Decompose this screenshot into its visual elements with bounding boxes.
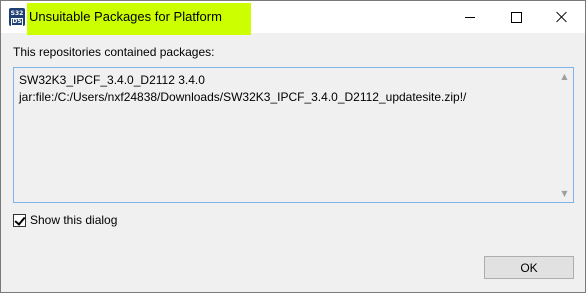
maximize-icon [510,11,522,23]
show-dialog-checkbox-row[interactable]: Show this dialog [13,213,117,227]
ok-button[interactable]: OK [484,256,574,279]
scroll-up-icon[interactable]: ▲ [556,68,573,85]
ok-button-label: OK [520,260,538,275]
window-title: Unsuitable Packages for Platform [29,9,222,24]
packages-text-area[interactable]: SW32K3_IPCF_3.4.0_D2112 3.4.0 jar:file:/… [13,67,574,203]
close-icon [556,11,568,23]
title-bar[interactable]: S32 DS Unsuitable Packages for Platform [1,1,585,35]
packages-label: This repositories contained packages: [13,45,215,59]
resize-grip[interactable] [581,288,585,292]
show-dialog-checkbox[interactable] [13,213,26,227]
dialog-window: S32 DS Unsuitable Packages for Platform … [0,0,586,293]
app-icon-text-bottom: DS [11,18,23,26]
checkmark-icon [14,213,26,226]
s32ds-app-icon: S32 DS [9,8,25,26]
package-line: jar:file:/C:/Users/nxf24838/Downloads/SW… [19,90,467,104]
show-dialog-label[interactable]: Show this dialog [30,213,117,227]
close-button[interactable] [539,1,585,33]
packages-text: SW32K3_IPCF_3.4.0_D2112 3.4.0 jar:file:/… [19,72,559,106]
package-line: SW32K3_IPCF_3.4.0_D2112 3.4.0 [19,73,205,87]
app-icon-text-top: S32 [10,10,24,17]
minimize-icon [465,16,475,18]
minimize-button[interactable] [447,1,493,33]
scroll-down-icon[interactable]: ▼ [556,185,573,202]
vertical-scrollbar[interactable]: ▲ ▼ [556,68,573,202]
maximize-button[interactable] [493,1,539,33]
